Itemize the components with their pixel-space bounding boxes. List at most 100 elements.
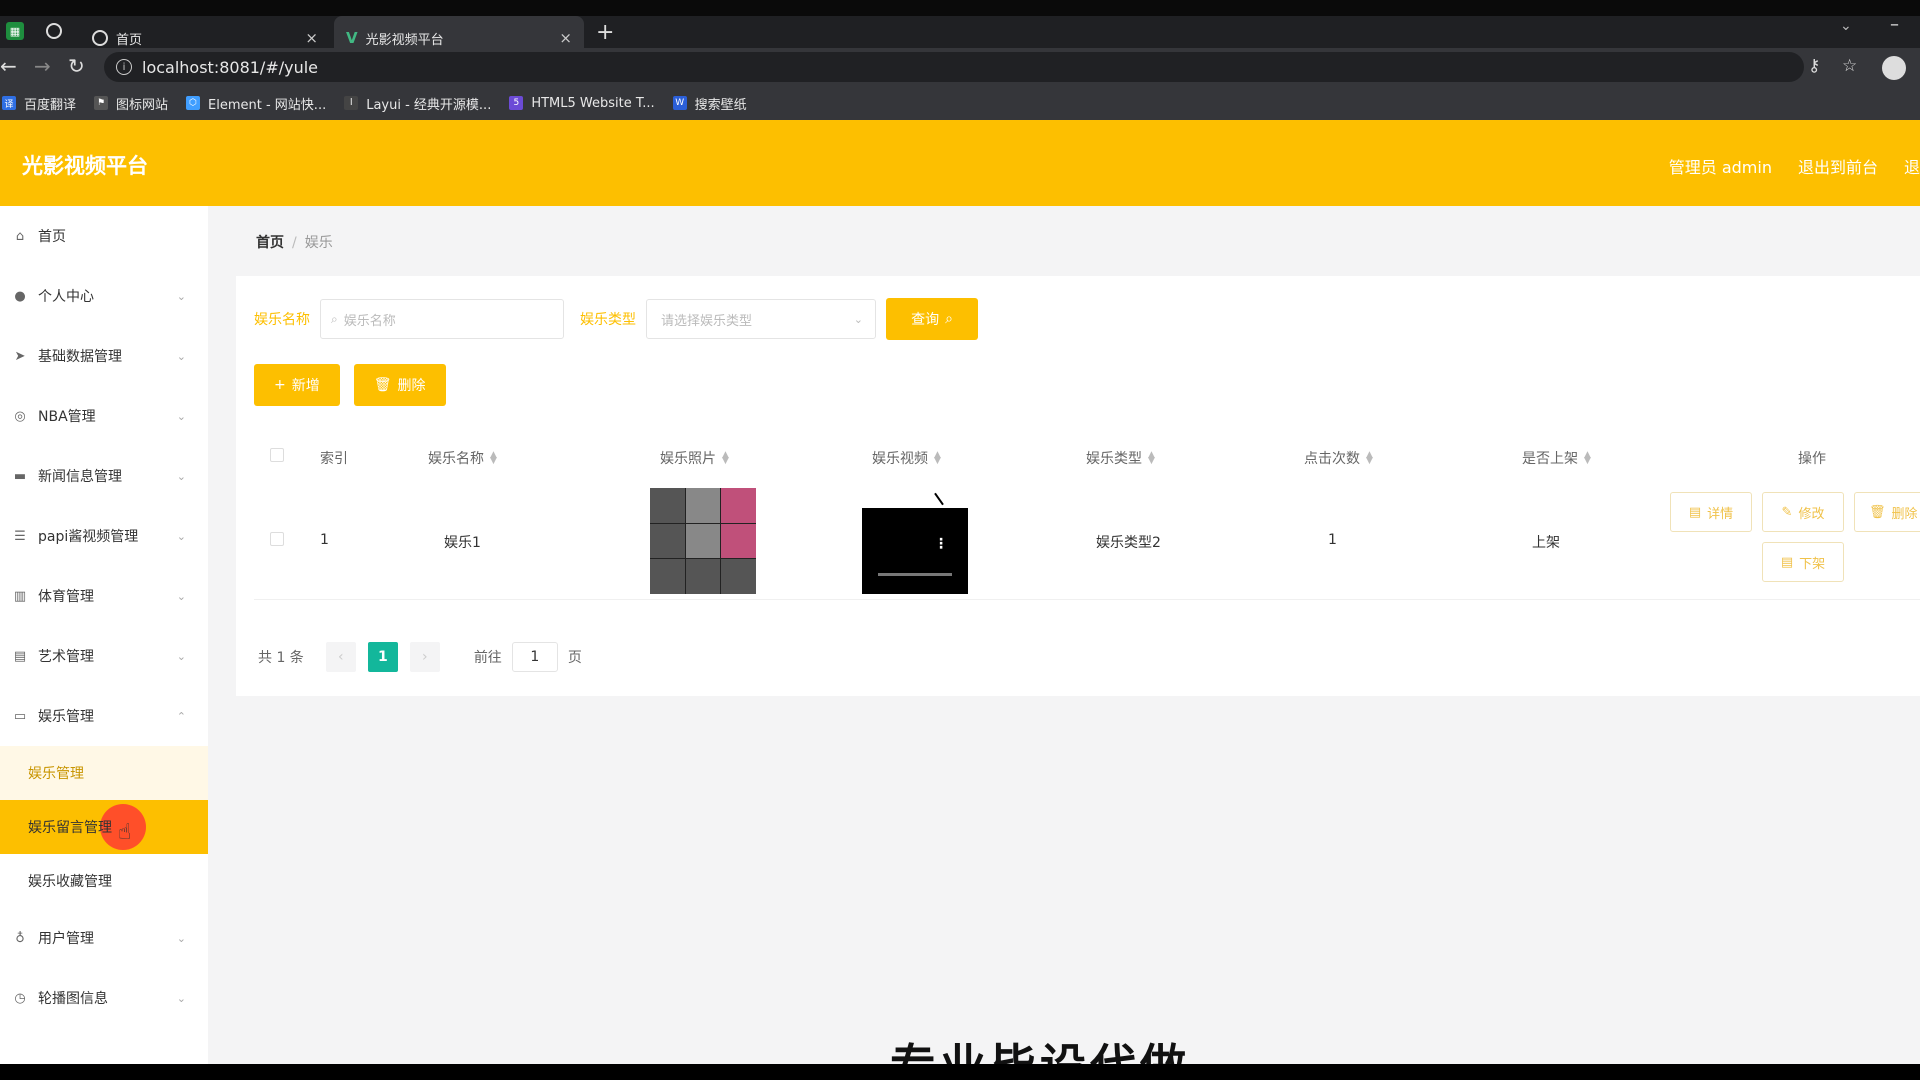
button-label: 修改 [1798, 506, 1825, 522]
more-options-icon[interactable]: ⋮ [934, 536, 948, 552]
bookmark-item[interactable]: ⚑ 图标网站 [94, 94, 168, 113]
sidebar-item-label: 用户管理 [38, 931, 94, 947]
sidebar-item-nba[interactable]: ◎ NBA管理 ⌄ [0, 386, 208, 446]
sidebar-item-papi[interactable]: ☰ papi酱视频管理 ⌄ [0, 506, 208, 566]
sidebar-subitem-entertainment[interactable]: 娱乐管理 [0, 746, 208, 800]
mic-icon: ♁ [15, 930, 25, 946]
sort-icon[interactable]: ▲ ▼ [1148, 451, 1155, 466]
chevron-down-icon: ⌄ [176, 649, 186, 663]
entertainment-photo[interactable] [650, 488, 756, 594]
sort-icon[interactable]: ▲ ▼ [1366, 451, 1373, 466]
star-icon[interactable]: ☆ [1842, 56, 1857, 76]
column-photo[interactable]: 娱乐照片 ▲ ▼ [660, 448, 729, 468]
new-tab-button[interactable]: + [596, 20, 614, 45]
name-search-input[interactable]: ⌕ 娱乐名称 [320, 299, 564, 339]
reload-icon[interactable]: ↻ [68, 54, 85, 78]
back-icon[interactable]: ← [0, 54, 17, 78]
front-link[interactable]: 退出到前台 [1798, 154, 1878, 178]
select-all-checkbox[interactable] [270, 448, 284, 462]
sidebar-item-label: NBA管理 [38, 409, 96, 425]
chevron-up-icon: ⌃ [176, 709, 186, 723]
edit-button[interactable]: ✎ 修改 [1762, 492, 1844, 532]
screen-top-border [0, 0, 1920, 16]
bookmark-item[interactable]: W 搜索壁纸 [672, 94, 747, 113]
entertainment-video[interactable]: ⋮ [862, 488, 968, 594]
next-page-button[interactable]: › [409, 642, 440, 672]
breadcrumb-home[interactable]: 首页 [256, 235, 284, 251]
sidebar-subitem-comments[interactable]: 娱乐留言管理 ☝ [0, 800, 208, 854]
bookmarks-bar: 译百度翻译 ⚑ 图标网站 ⬡ Element - 网站快... l Layui - 经… [0, 86, 1920, 120]
app-viewport: 光影视频平台 管理员 admin 退出到前台 退 ⌂ 首页 ● 个人中心 ⌄ ➤ 基础数… [0, 120, 1920, 1064]
url-text: localhost:8081/#/yule [142, 57, 319, 77]
chevron-down-icon: ⌄ [176, 469, 186, 483]
query-button[interactable]: 查询 ⌕ [886, 298, 978, 340]
button-label: 删除 [1891, 506, 1918, 522]
sheets-icon[interactable]: ▦ [6, 22, 24, 40]
row-delete-button[interactable]: 🗑 删除 [1854, 492, 1920, 532]
sort-icon[interactable]: ▲ ▼ [1584, 451, 1591, 466]
sidebar-subitem-favorites[interactable]: 娱乐收藏管理 [0, 854, 208, 908]
page-number[interactable]: 1 [367, 642, 398, 672]
sidebar-item-art[interactable]: ▤ 艺术管理 ⌄ [0, 626, 208, 686]
sort-icon[interactable]: ▲ ▼ [934, 451, 941, 466]
add-button[interactable]: + 新增 [254, 364, 340, 406]
bookmark-item[interactable]: l Layui - 经典开源模... [344, 94, 491, 113]
sort-icon[interactable]: ▲ ▼ [722, 451, 729, 466]
url-field[interactable]: i localhost:8081/#/yule [104, 52, 1804, 82]
sidebar-item-entertainment[interactable]: ▭ 娱乐管理 ⌃ [0, 686, 208, 746]
row-checkbox[interactable] [270, 532, 284, 546]
bookmark-label: Element - 网站快... [208, 97, 327, 113]
detail-button[interactable]: ▤ 详情 [1670, 492, 1752, 532]
delete-button[interactable]: 🗑 删除 [353, 364, 446, 406]
prev-page-button[interactable]: ‹ [325, 642, 356, 672]
sidebar-item-label: 艺术管理 [38, 649, 94, 665]
tab-search-chevron-icon[interactable]: ⌄ [1840, 18, 1852, 34]
chevron-down-icon: ⌄ [176, 589, 186, 603]
column-video[interactable]: 娱乐视频 ▲ ▼ [872, 448, 941, 468]
close-icon[interactable]: × [305, 29, 318, 47]
bookmark-item[interactable]: 译百度翻译 [2, 94, 76, 113]
chevron-down-icon: ⌄ [853, 312, 863, 326]
sidebar-item-home[interactable]: ⌂ 首页 [0, 206, 208, 266]
forward-icon[interactable]: → [34, 54, 51, 78]
brand-title: 光影视频平台 [22, 154, 148, 178]
column-clicks[interactable]: 点击次数 ▲ ▼ [1304, 448, 1373, 468]
bookmark-item[interactable]: ⬡ Element - 网站快... [186, 94, 326, 113]
globe-tab-icon[interactable] [46, 23, 62, 39]
goto-suffix: 页 [567, 650, 582, 666]
sidebar-item-basic-data[interactable]: ➤ 基础数据管理 ⌄ [0, 326, 208, 386]
chart-icon: ▥ [13, 588, 27, 604]
logout-link[interactable]: 退 [1904, 154, 1920, 178]
type-select[interactable]: 请选择娱乐类型 ⌄ [646, 299, 876, 339]
search-icon: ⌕ [331, 311, 338, 326]
info-icon[interactable]: i [116, 59, 132, 75]
app-header: 光影视频平台 管理员 admin 退出到前台 退 [0, 120, 1920, 206]
sidebar-item-news[interactable]: ▬ 新闻信息管理 ⌄ [0, 446, 208, 506]
close-icon[interactable]: × [559, 29, 572, 47]
minimize-icon[interactable]: – [1890, 14, 1899, 35]
profile-avatar[interactable] [1882, 56, 1906, 80]
html5-icon: 5 [509, 96, 524, 110]
key-icon[interactable]: ⚷ [1808, 56, 1820, 76]
sidebar-item-label: 体育管理 [38, 589, 94, 605]
goto-page-input[interactable]: 1 [511, 642, 558, 672]
sidebar-item-users[interactable]: ♁ 用户管理 ⌄ [0, 908, 208, 968]
sidebar-item-carousel[interactable]: ◷ 轮播图信息 ⌄ [0, 968, 208, 1028]
chevron-down-icon: ⌄ [176, 931, 186, 945]
column-name[interactable]: 娱乐名称 ▲ ▼ [428, 448, 497, 468]
sidebar-item-sports[interactable]: ▥ 体育管理 ⌄ [0, 566, 208, 626]
sidebar-item-label: 新闻信息管理 [38, 469, 122, 485]
video-progress-bar[interactable] [878, 573, 952, 576]
bookmark-item[interactable]: 5 HTML5 Website T... [509, 96, 655, 111]
sidebar: ⌂ 首页 ● 个人中心 ⌄ ➤ 基础数据管理 ⌄ ◎ NBA管理 ⌄ ▬ 新闻信息管理 ⌄ ☰ pa… [0, 206, 208, 1064]
sidebar-item-profile[interactable]: ● 个人中心 ⌄ [0, 266, 208, 326]
video-overlay-mark [934, 492, 944, 506]
column-type[interactable]: 娱乐类型 ▲ ▼ [1086, 448, 1155, 468]
select-placeholder: 请选择娱乐类型 [661, 313, 753, 329]
bookmark-label: 百度翻译 [24, 97, 77, 113]
sort-icon[interactable]: ▲ ▼ [490, 451, 497, 466]
table-header: 索引 娱乐名称 ▲ ▼ 娱乐照片 ▲ ▼ 娱乐视频 ▲ ▼ 娱乐类型 ▲ ▼ 点击次数 ▲ ▼ 是否… [254, 434, 1920, 480]
column-status[interactable]: 是否上架 ▲ ▼ [1522, 448, 1591, 468]
offshelf-button[interactable]: ▤ 下架 [1762, 542, 1844, 582]
row-name: 娱乐1 [444, 535, 481, 551]
